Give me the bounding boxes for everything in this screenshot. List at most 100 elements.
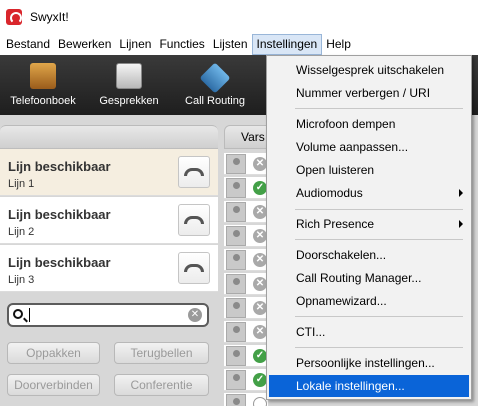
- menu-item-recording-wizard[interactable]: Opnamewizard...: [269, 290, 469, 312]
- contact-row[interactable]: ✕: [224, 249, 268, 271]
- line-2-handset-button[interactable]: [178, 204, 210, 236]
- menu-help[interactable]: Help: [322, 34, 355, 55]
- unavailable-status-icon: ✕: [253, 277, 267, 291]
- call-routing-label: Call Routing: [185, 95, 245, 107]
- contact-row[interactable]: ✕: [224, 273, 268, 295]
- unavailable-status-icon: ✕: [253, 325, 267, 339]
- transfer-button[interactable]: Doorverbinden: [7, 374, 100, 396]
- menu-item-local-settings[interactable]: Lokale instellingen...: [269, 375, 469, 397]
- menu-separator: [295, 316, 463, 317]
- unavailable-status-icon: ✕: [253, 229, 267, 243]
- call-journal-button[interactable]: Gesprekken: [86, 55, 172, 115]
- rich-presence-label: Rich Presence: [296, 217, 375, 231]
- avatar-icon: [226, 322, 246, 342]
- pickup-button[interactable]: Oppakken: [7, 342, 100, 364]
- menu-lijnen[interactable]: Lijnen: [115, 34, 155, 55]
- contact-row[interactable]: ✓: [224, 177, 268, 199]
- phonebook-label: Telefoonboek: [10, 95, 76, 107]
- unavailable-status-icon: ✕: [253, 253, 267, 267]
- menu-bewerken[interactable]: Bewerken: [54, 34, 115, 55]
- menu-item-personal-settings[interactable]: Persoonlijke instellingen...: [269, 352, 469, 374]
- available-status-icon: ✓: [253, 373, 267, 387]
- contact-row[interactable]: ✕: [224, 297, 268, 319]
- lines-panel-header: [0, 125, 218, 149]
- line-status: Lijn beschikbaar: [8, 159, 111, 174]
- line-3[interactable]: Lijn beschikbaar Lijn 3: [0, 245, 218, 292]
- menu-item-open-listening[interactable]: Open luisteren: [269, 159, 469, 181]
- contact-row[interactable]: ✕: [224, 321, 268, 343]
- line-status: Lijn beschikbaar: [8, 255, 111, 270]
- callback-button[interactable]: Terugbellen: [114, 342, 209, 364]
- lines-panel: Lijn beschikbaar Lijn 1 Lijn beschikbaar…: [0, 115, 218, 406]
- menu-separator: [295, 239, 463, 240]
- menu-item-audio-mode[interactable]: Audiomodus: [269, 182, 469, 204]
- call-journal-label: Gesprekken: [99, 95, 159, 107]
- menu-item-hide-number[interactable]: Nummer verbergen / URI: [269, 82, 469, 104]
- avatar-icon: [226, 346, 246, 366]
- instellingen-menu: Wisselgesprek uitschakelen Nummer verber…: [266, 55, 472, 400]
- line-number: Lijn 3: [8, 274, 35, 286]
- menu-instellingen[interactable]: Instellingen: [251, 34, 323, 55]
- call-routing-icon: [199, 62, 231, 94]
- line-number: Lijn 1: [8, 178, 35, 190]
- line-1[interactable]: Lijn beschikbaar Lijn 1: [0, 149, 218, 196]
- avatar-icon: [226, 394, 246, 406]
- contact-row[interactable]: ✕: [224, 225, 268, 247]
- contact-row[interactable]: ✕: [224, 201, 268, 223]
- search-box[interactable]: ✕: [7, 303, 209, 327]
- unavailable-status-icon: ✕: [253, 157, 267, 171]
- handset-icon: [184, 264, 204, 272]
- title-bar: SwyxIt!: [0, 0, 478, 34]
- menu-lijsten[interactable]: Lijsten: [209, 34, 252, 55]
- contact-row[interactable]: ✓: [224, 345, 268, 367]
- search-icon: [13, 309, 23, 319]
- menu-item-call-waiting-off[interactable]: Wisselgesprek uitschakelen: [269, 59, 469, 81]
- search-input[interactable]: [29, 307, 189, 323]
- call-journal-icon: [116, 63, 142, 89]
- line-1-handset-button[interactable]: [178, 156, 210, 188]
- text-caret: [29, 308, 30, 322]
- audio-mode-label: Audiomodus: [296, 186, 363, 200]
- avatar-icon: [226, 298, 246, 318]
- line-3-handset-button[interactable]: [178, 252, 210, 284]
- line-number: Lijn 2: [8, 226, 35, 238]
- avatar-icon: [226, 250, 246, 270]
- menu-separator: [295, 347, 463, 348]
- contact-row[interactable]: ✓: [224, 369, 268, 391]
- menu-bestand[interactable]: Bestand: [2, 34, 54, 55]
- unavailable-status-icon: ✕: [253, 205, 267, 219]
- avatar-icon: [226, 178, 246, 198]
- menu-item-cti[interactable]: CTI...: [269, 321, 469, 343]
- menu-item-mute-microphone[interactable]: Microfoon dempen: [269, 113, 469, 135]
- menu-bar: Bestand Bewerken Lijnen Functies Lijsten…: [0, 34, 478, 55]
- clear-icon[interactable]: ✕: [188, 308, 202, 322]
- phonebook-button[interactable]: Telefoonboek: [0, 55, 86, 115]
- call-routing-button[interactable]: Call Routing: [172, 55, 258, 115]
- submenu-arrow-icon: [459, 220, 463, 228]
- line-2[interactable]: Lijn beschikbaar Lijn 2: [0, 197, 218, 244]
- menu-item-rich-presence[interactable]: Rich Presence: [269, 213, 469, 235]
- available-status-icon: ✓: [253, 349, 267, 363]
- offline-status-icon: [253, 397, 267, 406]
- contact-row[interactable]: ✕: [224, 153, 268, 175]
- menu-item-call-forwarding[interactable]: Doorschakelen...: [269, 244, 469, 266]
- submenu-arrow-icon: [459, 189, 463, 197]
- avatar-icon: [226, 226, 246, 246]
- handset-icon: [184, 216, 204, 224]
- menu-functies[interactable]: Functies: [155, 34, 208, 55]
- handset-icon: [184, 168, 204, 176]
- menu-item-adjust-volume[interactable]: Volume aanpassen...: [269, 136, 469, 158]
- unavailable-status-icon: ✕: [253, 301, 267, 315]
- menu-separator: [295, 108, 463, 109]
- avatar-icon: [226, 274, 246, 294]
- avatar-icon: [226, 370, 246, 390]
- conference-button[interactable]: Conferentie: [114, 374, 209, 396]
- avatar-icon: [226, 154, 246, 174]
- phonebook-icon: [30, 63, 56, 89]
- avatar-icon: [226, 202, 246, 222]
- line-status: Lijn beschikbaar: [8, 207, 111, 222]
- menu-separator: [295, 209, 463, 210]
- window-title: SwyxIt!: [30, 10, 69, 24]
- menu-item-call-routing-manager[interactable]: Call Routing Manager...: [269, 267, 469, 289]
- contact-row[interactable]: [224, 393, 268, 406]
